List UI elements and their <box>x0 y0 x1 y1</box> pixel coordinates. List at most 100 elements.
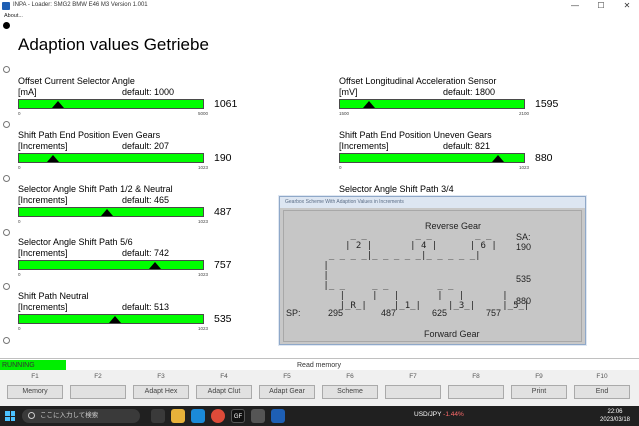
function-key-button[interactable]: Adapt Gear <box>259 385 315 399</box>
chrome-icon[interactable] <box>211 409 225 423</box>
function-key-label: F2 <box>94 373 102 380</box>
gauge-marker-icon <box>492 155 505 162</box>
page-title: Adaption values Getriebe <box>18 35 209 54</box>
function-key-bar: F1 Memory F2 F3 Adapt Hex F4 Adapt Clut F5 Adapt… <box>0 370 639 406</box>
gearbox-scheme-dialog[interactable]: Gearbox Scheme With Adaption Values in I… <box>279 196 586 345</box>
gauge-default: default: 465 <box>122 195 170 205</box>
gauge-value: 1061 <box>214 98 238 110</box>
system-clock[interactable]: 22:06 2023/03/18 <box>594 408 636 424</box>
inpa-window: INPA - Loader: SMG2 BMW E46 M3 Version 1… <box>0 0 639 426</box>
gauge-even-gears-end-position: Shift Path End Position Even Gears [Incre… <box>18 130 248 182</box>
gauge-value: 880 <box>535 152 553 164</box>
function-key-label: F1 <box>31 373 39 380</box>
gf-app-icon[interactable]: GF <box>231 409 245 423</box>
gauge-default: default: 1800 <box>443 87 496 97</box>
function-key-button[interactable] <box>448 385 504 399</box>
gauge-unit: [mA] <box>18 87 37 97</box>
sp-value: 295 <box>328 308 344 318</box>
gauge-uneven-gears-end-position: Shift Path End Position Uneven Gears [Inc… <box>339 130 569 182</box>
radio-indicator[interactable] <box>3 337 10 344</box>
gauge-unit: [Increments] <box>18 195 68 205</box>
function-key-label: F4 <box>220 373 228 380</box>
radio-indicator[interactable] <box>3 175 10 182</box>
taskbar-search-box[interactable]: ここに入力して検索 <box>22 409 140 423</box>
function-key-button[interactable] <box>385 385 441 399</box>
minimize-button[interactable]: — <box>566 0 584 12</box>
dialog-body: Reverse Gear SA: 190 535 880 _ _ _ _ _ _… <box>283 210 582 342</box>
function-key-label: F8 <box>472 373 480 380</box>
gauge-value: 757 <box>214 259 232 271</box>
function-key-button[interactable]: Adapt Clut <box>196 385 252 399</box>
gauge-min: 0 <box>18 326 21 331</box>
gauge-marker-icon <box>52 101 65 108</box>
clock-time: 22:06 <box>607 409 623 415</box>
gauge-unit: [Increments] <box>18 302 68 312</box>
sp-value: 625 <box>432 308 448 318</box>
window-title: INPA - Loader: SMG2 BMW E46 M3 Version 1… <box>13 2 148 8</box>
radio-indicator[interactable] <box>3 229 10 236</box>
gauge-min: 0 <box>339 165 342 170</box>
function-key-label: F10 <box>596 373 608 380</box>
tool-app-icon[interactable] <box>251 409 265 423</box>
gauge-bar <box>339 153 525 163</box>
gauge-value: 1595 <box>535 98 559 110</box>
reverse-gear-label: Reverse Gear <box>425 221 482 231</box>
gauge-offset-acceleration-sensor: Offset Longitudinal Acceleration Sensor[… <box>339 76 569 128</box>
gauge-marker-icon <box>363 101 376 108</box>
gauge-marker-icon <box>100 209 113 216</box>
gauge-title: Selector Angle Shift Path 1/2 & Neutral <box>18 184 173 194</box>
gauge-max: 1023 <box>198 272 209 277</box>
gauge-selector-angle-5-6: Selector Angle Shift Path 5/6 [Increments… <box>18 237 248 289</box>
menu-bar: About... <box>0 12 639 21</box>
gauge-value: 487 <box>214 206 232 218</box>
gauge-default: default: 742 <box>122 248 170 258</box>
function-key-label: F6 <box>346 373 354 380</box>
dialog-title: Gearbox Scheme With Adaption Values in I… <box>280 197 585 208</box>
gauge-bar <box>18 314 204 324</box>
task-view-icon[interactable] <box>151 409 165 423</box>
radio-indicator[interactable] <box>3 66 10 73</box>
gauge-default: default: 513 <box>122 302 170 312</box>
function-key-button[interactable]: End <box>574 385 630 399</box>
gauge-title: Shift Path End Position Even Gears <box>18 130 161 140</box>
function-key-label: F5 <box>283 373 291 380</box>
gauge-bar <box>18 207 204 217</box>
gauge-title: Offset Longitudinal Acceleration Sensor <box>339 76 497 86</box>
radio-indicator[interactable] <box>3 121 10 128</box>
ticker-symbol: USD/JPY <box>414 411 442 418</box>
windows-start-icon[interactable] <box>5 411 15 421</box>
bmw-inpa-icon[interactable] <box>271 409 285 423</box>
gauge-bar <box>18 260 204 270</box>
gauge-bar <box>18 153 204 163</box>
gauge-value: 190 <box>214 152 232 164</box>
app-icon <box>2 2 10 10</box>
gauge-bar <box>18 99 204 109</box>
search-placeholder: ここに入力して検索 <box>40 412 99 419</box>
radio-indicator[interactable] <box>3 283 10 290</box>
function-key-label: F3 <box>157 373 165 380</box>
function-key-button[interactable]: Adapt Hex <box>133 385 189 399</box>
function-key-button[interactable]: Memory <box>7 385 63 399</box>
stock-ticker-widget[interactable]: USD/JPY -1.44% <box>414 411 464 418</box>
function-key-button[interactable]: Scheme <box>322 385 378 399</box>
menu-about[interactable]: About... <box>4 13 23 19</box>
gauge-min: 0 <box>18 219 21 224</box>
gauge-max: 1023 <box>198 326 209 331</box>
file-explorer-icon[interactable] <box>171 409 185 423</box>
gauge-unit: [mV] <box>339 87 358 97</box>
gauge-value: 535 <box>214 313 232 325</box>
close-button[interactable]: ✕ <box>618 0 636 12</box>
gauge-unit: [Increments] <box>339 141 389 151</box>
title-bar: INPA - Loader: SMG2 BMW E46 M3 Version 1… <box>0 0 639 12</box>
search-icon <box>28 412 35 419</box>
function-key-label: F9 <box>535 373 543 380</box>
function-key-button[interactable]: Print <box>511 385 567 399</box>
function-key-button[interactable] <box>70 385 126 399</box>
status-bar: RUNNING Read memory <box>0 358 639 371</box>
gauge-max: 2100 <box>519 111 530 116</box>
gauge-title: Selector Angle Shift Path 3/4 <box>339 184 454 194</box>
radio-indicator[interactable] <box>3 22 10 29</box>
maximize-button[interactable]: ☐ <box>592 0 610 12</box>
gauge-min: 0 <box>18 165 21 170</box>
edge-browser-icon[interactable] <box>191 409 205 423</box>
